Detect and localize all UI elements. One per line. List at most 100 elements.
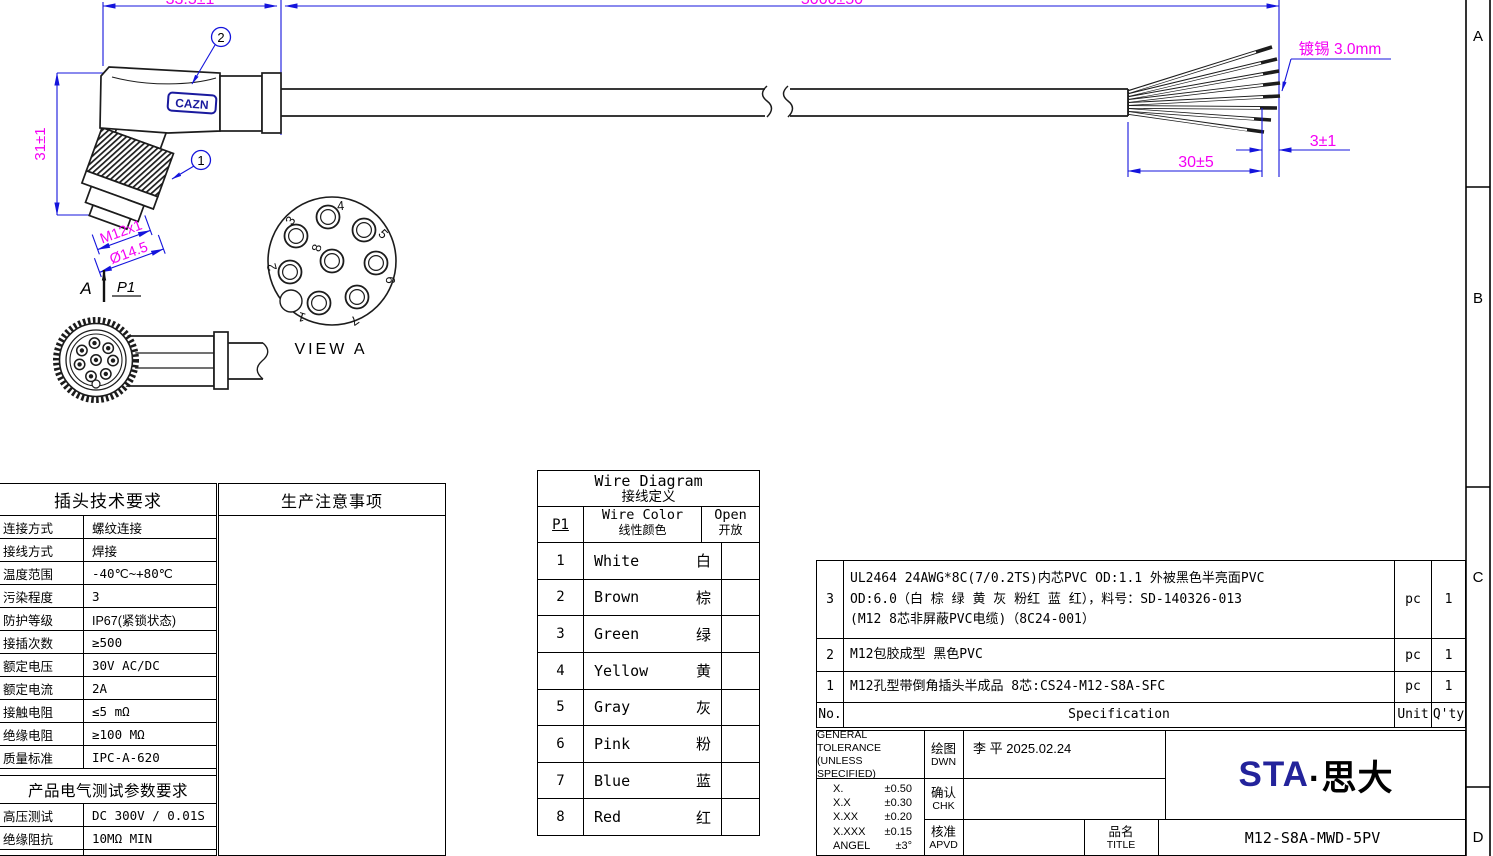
color-zh: 粉	[696, 733, 711, 754]
wire-row: 4Yellow黄	[538, 653, 759, 690]
spacer-row	[0, 769, 216, 776]
col-color-zh: 线性颜色	[584, 524, 701, 537]
plug-tech-requirements-table: 插头技术要求 连接方式螺纹连接 接线方式焊接 温度范围-40℃~+80℃ 污染程…	[0, 483, 217, 856]
balloon-2-number: 2	[217, 30, 224, 45]
title-label-cell: 品名TITLE	[1084, 819, 1158, 856]
apvd-zh: 核准	[931, 825, 956, 839]
bom-unit: pc	[1395, 639, 1432, 671]
part-number-value: M12-S8A-MWD-5PV	[1245, 829, 1380, 847]
table-row: 污染程度3	[0, 585, 216, 608]
row-label: 污染程度	[0, 585, 84, 607]
bom-no: 1	[817, 672, 844, 702]
color-zh: 红	[696, 807, 711, 828]
section-letter: A	[79, 279, 91, 298]
col-open-zh: 开放	[702, 524, 759, 537]
bom-spec-line: UL2464 24AWG*8C(7/0.2TS)内芯PVC OD:1.1 外被黑…	[850, 569, 1388, 589]
drawing-sheet: A B C D 33.5±1 5000±50 31±1	[0, 0, 1493, 856]
bom-spec: UL2464 24AWG*8C(7/0.2TS)内芯PVC OD:1.1 外被黑…	[844, 561, 1395, 638]
pin-number: 5	[538, 690, 584, 726]
color-en: Blue	[594, 772, 630, 790]
wire-color: Blue 蓝	[584, 763, 722, 799]
table-row: 接线方式焊接	[0, 539, 216, 562]
apvd-label-cell: 核准APVD	[924, 819, 963, 856]
tolerance-line: X.XX±0.20	[833, 810, 912, 824]
row-label: 导体阻抗	[0, 850, 84, 856]
row-value: IPC-A-620	[84, 750, 216, 765]
col-pin: P1	[538, 507, 584, 542]
wire-table-header: P1 Wire Color 线性颜色 Open 开放	[538, 507, 759, 543]
color-zh: 蓝	[696, 770, 711, 791]
color-en: Green	[594, 625, 639, 643]
pin-number: 8	[538, 799, 584, 835]
open-cell	[722, 543, 759, 579]
wire-row: 5Gray灰	[538, 690, 759, 727]
color-zh: 白	[696, 550, 711, 571]
bom-no: 3	[817, 561, 844, 638]
balloon-1: 1	[172, 151, 211, 180]
pin-number: 4	[538, 653, 584, 689]
zone-letter-a: A	[1473, 28, 1483, 45]
tolerance-title-2: (UNLESS SPECIFIED)	[817, 755, 924, 781]
general-tolerance-header: GENERAL TOLERANCE (UNLESS SPECIFIED)	[817, 731, 924, 778]
table-row: 连接方式螺纹连接	[0, 516, 216, 539]
dwn-value: 李 平 2025.02.24	[973, 741, 1071, 756]
pin-number: 1	[538, 543, 584, 579]
row-label: 防护等级	[0, 608, 84, 630]
title-en: TITLE	[1107, 839, 1136, 851]
cable	[281, 86, 1128, 117]
bom-table: 3 UL2464 24AWG*8C(7/0.2TS)内芯PVC OD:1.1 外…	[816, 560, 1466, 728]
dimension-thread: M12x1 Ø14.5	[87, 213, 166, 277]
bom-row-1: 1 M12孔型带倒角插头半成品 8芯:CS24-M12-S8A-SFC pc 1	[817, 672, 1465, 703]
open-cell	[722, 690, 759, 726]
row-value: 螺纹连接	[84, 518, 216, 537]
title-zh: 品名	[1108, 825, 1133, 839]
connector-front-view	[56, 320, 268, 400]
bom-spec-line: OD:6.0（白 棕 绿 黄 灰 粉红 蓝 红），料号：SD-140326-01…	[850, 590, 1388, 610]
color-en: Gray	[594, 698, 630, 716]
apvd-en: APVD	[929, 839, 958, 851]
wire-row: 1White白	[538, 543, 759, 580]
company-logo: STA·思大	[1165, 731, 1466, 819]
dwn-label-cell: 绘图DWN	[924, 731, 963, 778]
bom-spec-line: M12孔型带倒角插头半成品 8芯:CS24-M12-S8A-SFC	[850, 677, 1388, 697]
table-row: 导体阻抗3Ω MAX	[0, 850, 216, 856]
bom-unit: pc	[1395, 561, 1432, 638]
chk-zh: 确认	[931, 786, 956, 800]
notes-title: 生产注意事项	[219, 484, 445, 516]
row-value: DC 300V / 0.01S	[84, 808, 216, 823]
bom-spec-line: M12包胶成型 黑色PVC	[850, 645, 1388, 665]
view-a-label: VIEW A	[294, 341, 367, 358]
dim-connector-length: 33.5±1	[166, 0, 215, 8]
stripped-wires	[1128, 47, 1280, 132]
zone-letter-d: D	[1473, 829, 1484, 846]
zone-letter-b: B	[1473, 290, 1483, 307]
wire-color: Gray灰	[584, 690, 722, 726]
apvd-value-cell	[963, 819, 1084, 856]
table-row: 高压测试DC 300V / 0.01S	[0, 804, 216, 827]
row-label: 连接方式	[0, 516, 84, 538]
tolerance-line: ANGEL±3°	[833, 839, 912, 853]
production-notes-box: 生产注意事项	[218, 483, 446, 856]
wire-color: Green绿	[584, 616, 722, 652]
dim-tin-label: 3±1	[1310, 133, 1337, 150]
row-value: 2A	[84, 681, 216, 696]
dwn-en: DWN	[931, 756, 956, 768]
wire-row: 3Green绿	[538, 616, 759, 653]
tolerance-values: X.±0.50 X.X±0.30 X.XX±0.20 X.XXX±0.15 AN…	[817, 778, 924, 856]
dim-height-label: 31±1	[32, 127, 49, 160]
wire-color: Brown棕	[584, 580, 722, 616]
chk-en: CHK	[932, 800, 954, 812]
electrical-test-section-title: 产品电气测试参数要求	[0, 776, 216, 804]
pin-number: 3	[538, 616, 584, 652]
row-value: IP67(紧锁状态)	[84, 610, 216, 629]
tin-note-leader	[1282, 59, 1391, 91]
pin-number: 2	[538, 580, 584, 616]
col-open: Open 开放	[702, 507, 759, 542]
table-row: 绝缘电阻≥100 MΩ	[0, 723, 216, 746]
col-color: Wire Color 线性颜色	[584, 507, 702, 542]
part-number: M12-S8A-MWD-5PV	[1158, 819, 1466, 856]
row-value: -40℃~+80℃	[84, 566, 216, 581]
wire-title-en: Wire Diagram	[538, 472, 759, 490]
wire-row: 6Pink粉	[538, 726, 759, 763]
row-value: ≥100 MΩ	[84, 727, 216, 742]
